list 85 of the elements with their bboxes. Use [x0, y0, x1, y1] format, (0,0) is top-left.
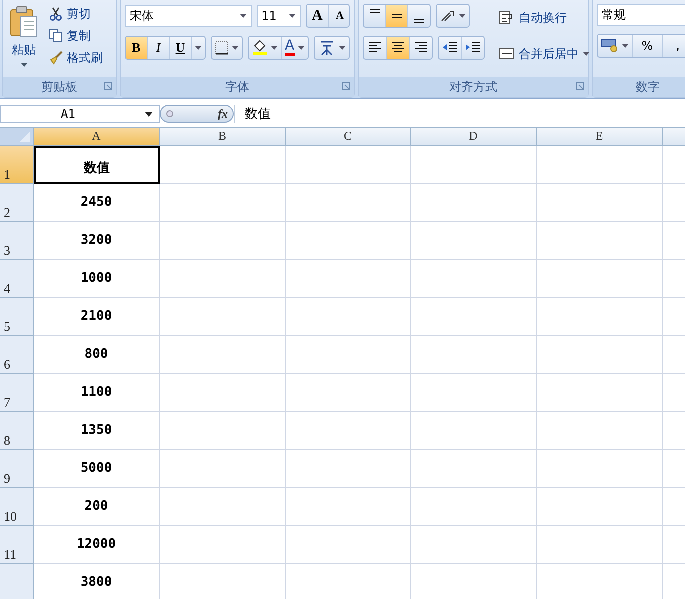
column-header[interactable]: E	[537, 128, 663, 146]
borders-icon	[215, 41, 229, 55]
table-cell: 12000	[34, 526, 160, 564]
row-header[interactable]: 8	[0, 412, 34, 450]
row-header[interactable]: 9	[0, 450, 34, 488]
caret-icon	[338, 46, 346, 50]
table-cell: 800	[34, 336, 160, 374]
column-header[interactable]: C	[286, 128, 411, 146]
rotated-text-icon	[440, 9, 456, 23]
column-header[interactable]: B	[160, 128, 286, 146]
copy-button[interactable]: 复制	[47, 26, 105, 46]
paint-bucket-icon	[252, 40, 268, 56]
table-cell: 1350	[34, 412, 160, 450]
row-header[interactable]: 6	[0, 336, 34, 374]
comma-button[interactable]: ,	[663, 35, 685, 57]
italic-button[interactable]: I	[148, 37, 170, 59]
brush-icon	[49, 51, 63, 65]
row-header[interactable]: 5	[0, 298, 34, 336]
font-size-dropdown[interactable]: 11	[256, 5, 301, 27]
caret-icon	[298, 46, 305, 50]
align-top-icon	[370, 9, 380, 13]
align-right-icon	[413, 41, 429, 55]
caret-icon	[622, 44, 629, 48]
paste-button[interactable]: 粘贴	[7, 4, 41, 77]
percent-button[interactable]: %	[633, 35, 663, 57]
handle-icon	[166, 110, 174, 118]
table-cell: 200	[34, 488, 160, 526]
caret-icon	[240, 14, 247, 18]
align-bottom-icon	[414, 19, 424, 23]
row-header[interactable]: 2	[0, 184, 34, 222]
caret-icon	[232, 46, 239, 50]
caret-icon	[195, 46, 202, 50]
caret-icon	[271, 46, 278, 50]
table-cell: 3200	[34, 222, 160, 260]
caret-icon	[20, 63, 28, 67]
group-label: 数字	[636, 78, 660, 96]
row-header[interactable]: 4	[0, 260, 34, 298]
group-label: 剪贴板	[42, 78, 78, 96]
align-center-icon	[390, 41, 406, 55]
format-painter-button[interactable]: 格式刷	[47, 48, 105, 68]
table-cell: 数值	[34, 146, 160, 184]
clipboard-icon	[9, 6, 39, 38]
caret-icon	[145, 112, 153, 116]
align-center-button[interactable]	[387, 37, 410, 59]
currency-icon	[601, 39, 619, 53]
merge-center-button[interactable]: 合并后居中	[497, 40, 592, 68]
merge-cells-icon	[499, 47, 515, 61]
caret-icon	[583, 52, 590, 56]
column-header[interactable]: D	[411, 128, 537, 146]
indent-icon	[442, 41, 458, 55]
shrink-font-button[interactable]: A	[328, 5, 349, 27]
formula-input[interactable]: 数值	[234, 105, 685, 123]
wrap-text-icon	[499, 11, 515, 25]
insert-function-button[interactable]: fx	[218, 106, 228, 122]
font-name-dropdown[interactable]: 宋体	[125, 5, 252, 27]
bold-button[interactable]: B	[126, 37, 148, 59]
wrap-text-button[interactable]: 自动换行	[497, 4, 592, 32]
row-header[interactable]: 11	[0, 526, 34, 564]
row-header[interactable]: 3	[0, 222, 34, 260]
table-cell: 2100	[34, 298, 160, 336]
column-header[interactable]: A	[34, 128, 160, 146]
name-box[interactable]: A1	[0, 105, 160, 123]
group-label: 对齐方式	[450, 78, 498, 96]
row-header[interactable]: 10	[0, 488, 34, 526]
cut-button[interactable]: 剪切	[47, 4, 105, 24]
caret-icon	[459, 14, 466, 18]
table-cell: 5000	[34, 450, 160, 488]
scissors-icon	[49, 7, 63, 21]
copy-icon	[49, 29, 63, 43]
row-header[interactable]: 1	[0, 146, 34, 184]
table-cell: 3800	[34, 564, 160, 599]
indent-icon	[465, 41, 481, 55]
align-left-icon	[367, 41, 383, 55]
group-label: 字体	[226, 78, 250, 96]
underline-button[interactable]: U	[170, 37, 192, 59]
number-format-dropdown[interactable]: 常规	[597, 4, 685, 26]
table-cell: 1100	[34, 374, 160, 412]
table-cell: 1000	[34, 260, 160, 298]
align-middle-button[interactable]	[386, 5, 408, 27]
table-cell: 2450	[34, 184, 160, 222]
corner-triangle-icon	[20, 132, 30, 142]
align-middle-icon	[392, 14, 402, 18]
caret-icon	[288, 14, 296, 18]
grow-font-button[interactable]: A	[306, 5, 329, 27]
row-header[interactable]: 7	[0, 374, 34, 412]
